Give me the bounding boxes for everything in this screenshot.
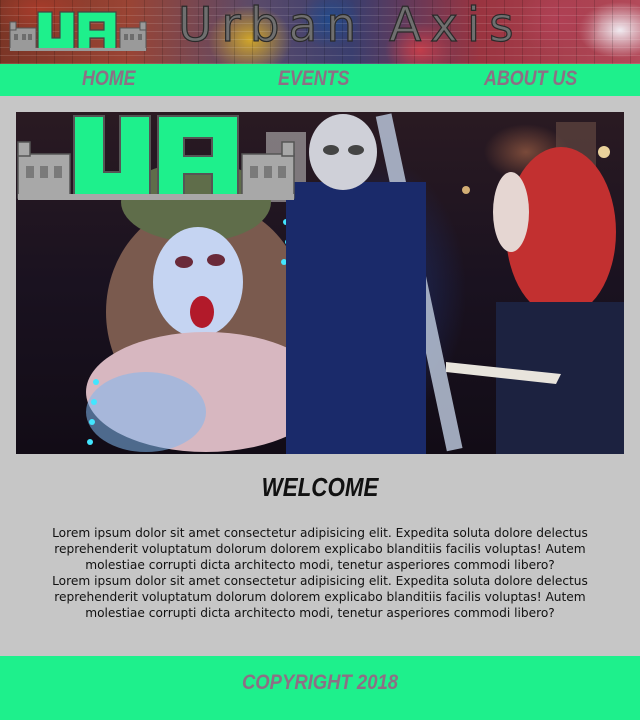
intro-paragraph: Lorem ipsum dolor sit amet consectetur a… (30, 525, 610, 573)
urban-axis-logo-icon (16, 112, 296, 202)
hero-image (16, 112, 624, 454)
header-banner: Urban Axis (0, 0, 640, 64)
site-title: Urban Axis (178, 0, 523, 53)
copyright-text: COPYRIGHT 2018 (38, 671, 601, 695)
intro-paragraph: Lorem ipsum dolor sit amet consectetur a… (30, 573, 610, 621)
nav-events-link[interactable]: EVENTS (278, 67, 349, 91)
welcome-heading: WELCOME (45, 472, 595, 503)
nav-home-link[interactable]: HOME (82, 67, 136, 91)
main-nav: HOME EVENTS ABOUT US (0, 64, 640, 96)
footer: COPYRIGHT 2018 (0, 656, 640, 720)
urban-axis-logo-icon[interactable] (8, 8, 148, 52)
nav-about-us-link[interactable]: ABOUT US (484, 67, 577, 91)
